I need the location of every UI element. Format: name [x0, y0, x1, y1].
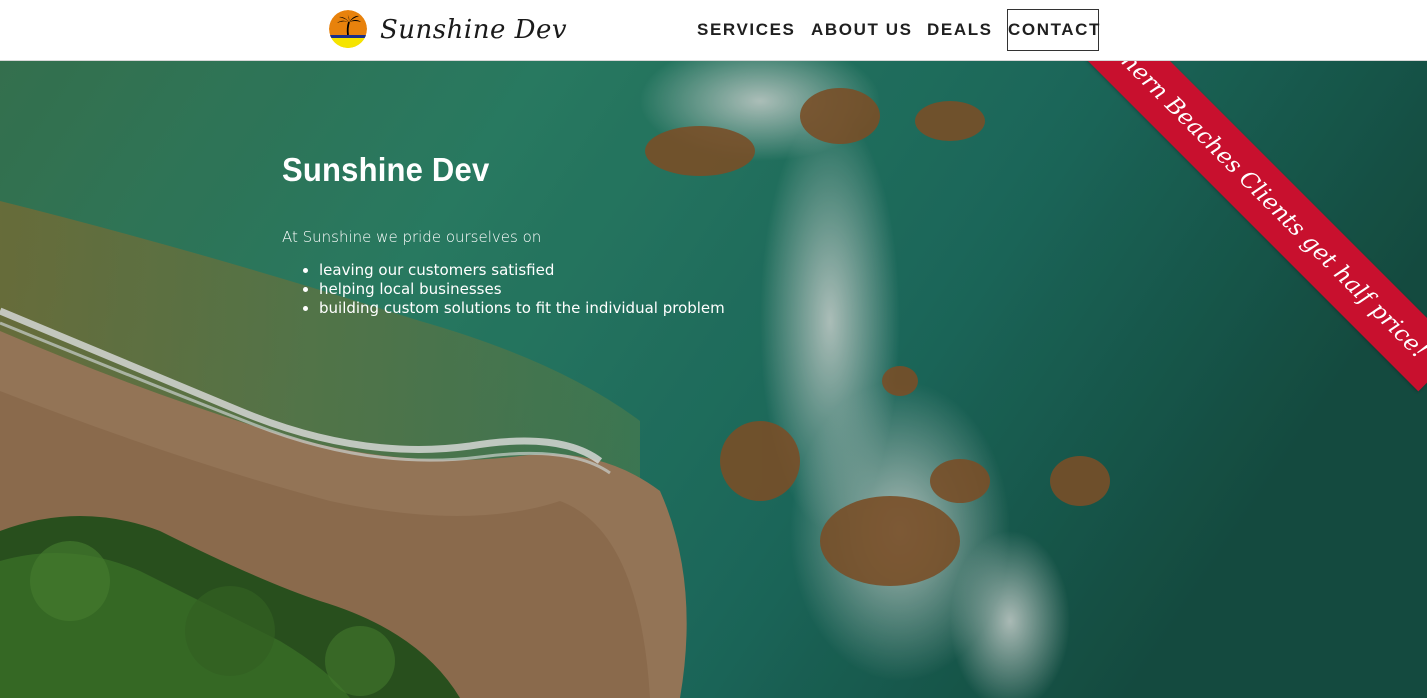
- sunset-palm-icon[interactable]: [329, 10, 367, 48]
- nav-deals[interactable]: DEALS: [927, 9, 991, 51]
- hero-title: Sunshine Dev: [282, 151, 490, 188]
- site-header: Sunshine Dev SERVICES ABOUT US DEALS CON…: [0, 0, 1427, 61]
- nav-contact[interactable]: CONTACT: [1007, 9, 1099, 51]
- list-item: building custom solutions to fit the ind…: [319, 299, 725, 318]
- list-item: helping local businesses: [319, 280, 725, 299]
- nav-about-us[interactable]: ABOUT US: [811, 9, 911, 51]
- hero-intro: At Sunshine we pride ourselves on: [282, 228, 542, 246]
- list-item: leaving our customers satisfied: [319, 261, 725, 280]
- nav-services[interactable]: SERVICES: [697, 9, 794, 51]
- hero-points-list: leaving our customers satisfied helping …: [282, 261, 725, 318]
- site-name[interactable]: Sunshine Dev: [380, 12, 567, 48]
